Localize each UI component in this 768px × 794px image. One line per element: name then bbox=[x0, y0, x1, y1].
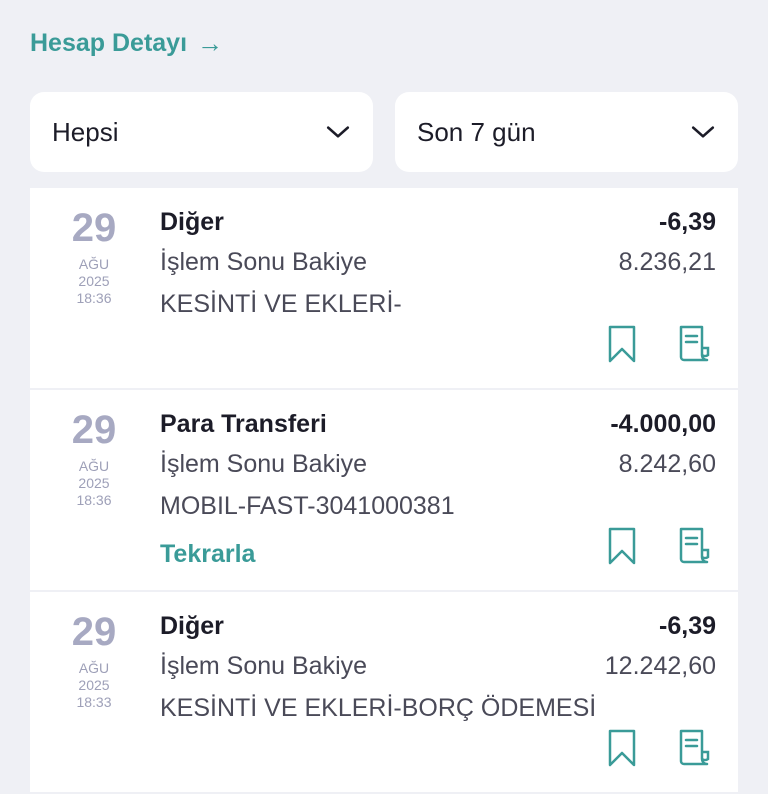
date-time: 18:33 bbox=[76, 694, 112, 710]
date-year: 2025 bbox=[78, 677, 110, 693]
balance-value: 8.236,21 bbox=[618, 248, 716, 276]
receipt-icon[interactable] bbox=[676, 728, 712, 768]
transaction-body: Diğer -6,39 İşlem Sonu Bakiye 12.242,60 … bbox=[160, 610, 716, 724]
arrow-right-icon: → bbox=[197, 28, 224, 58]
date-time: 18:36 bbox=[76, 492, 112, 508]
date-month: AĞU bbox=[78, 256, 110, 272]
repeat-transaction-link[interactable]: Tekrarla bbox=[160, 540, 255, 569]
transaction-list: 29 AĞU 2025 18:36 Diğer -6,39 İşlem Sonu… bbox=[30, 188, 738, 794]
chevron-down-icon bbox=[326, 126, 350, 138]
balance-value: 12.242,60 bbox=[604, 652, 716, 680]
receipt-icon[interactable] bbox=[676, 526, 712, 566]
transaction-date: 29 AĞU 2025 18:33 bbox=[30, 610, 158, 711]
transaction-title: Para Transferi bbox=[160, 410, 327, 438]
period-filter-select[interactable]: Son 7 gün bbox=[395, 92, 738, 172]
bookmark-icon[interactable] bbox=[604, 526, 640, 566]
account-detail-link[interactable]: Hesap Detayı → bbox=[30, 28, 223, 59]
bookmark-icon[interactable] bbox=[604, 728, 640, 768]
transaction-title: Diğer bbox=[160, 612, 224, 640]
filter-bar: Hepsi Son 7 gün bbox=[30, 92, 738, 172]
date-day: 29 bbox=[71, 206, 117, 250]
transaction-description: KESİNTİ VE EKLERİ-BORÇ ÖDEMESİ bbox=[160, 694, 597, 722]
transaction-amount: -6,39 bbox=[659, 207, 716, 236]
type-filter-select[interactable]: Hepsi bbox=[30, 92, 373, 172]
date-year: 2025 bbox=[78, 273, 110, 289]
transaction-amount: -6,39 bbox=[659, 611, 716, 640]
balance-label: İşlem Sonu Bakiye bbox=[160, 248, 368, 276]
transaction-title: Diğer bbox=[160, 208, 224, 236]
transaction-description: KESİNTİ VE EKLERİ- bbox=[160, 290, 402, 318]
transaction-body: Para Transferi -4.000,00 İşlem Sonu Baki… bbox=[160, 408, 716, 522]
account-detail-title: Hesap Detayı bbox=[30, 29, 188, 57]
transaction-actions bbox=[604, 526, 712, 566]
transaction-item[interactable]: 29 AĞU 2025 18:33 Diğer -6,39 İşlem Sonu… bbox=[30, 592, 738, 794]
date-day: 29 bbox=[71, 408, 117, 452]
transaction-amount: -4.000,00 bbox=[610, 409, 716, 438]
date-day: 29 bbox=[71, 610, 117, 654]
receipt-icon[interactable] bbox=[676, 324, 712, 364]
period-filter-value: Son 7 gün bbox=[417, 116, 536, 147]
transaction-description: MOBIL-FAST-3041000381 bbox=[160, 492, 455, 520]
date-month: AĞU bbox=[78, 660, 110, 676]
transaction-item[interactable]: 29 AĞU 2025 18:36 Diğer -6,39 İşlem Sonu… bbox=[30, 188, 738, 390]
transaction-item[interactable]: 29 AĞU 2025 18:36 Para Transferi -4.000,… bbox=[30, 390, 738, 592]
type-filter-value: Hepsi bbox=[52, 116, 119, 147]
transaction-actions bbox=[604, 324, 712, 364]
bookmark-icon[interactable] bbox=[604, 324, 640, 364]
date-month: AĞU bbox=[78, 458, 110, 474]
transaction-body: Diğer -6,39 İşlem Sonu Bakiye 8.236,21 K… bbox=[160, 206, 716, 320]
transaction-date: 29 AĞU 2025 18:36 bbox=[30, 408, 158, 509]
balance-value: 8.242,60 bbox=[618, 450, 716, 478]
date-time: 18:36 bbox=[76, 290, 112, 306]
balance-label: İşlem Sonu Bakiye bbox=[160, 652, 368, 680]
transaction-actions bbox=[604, 728, 712, 768]
balance-label: İşlem Sonu Bakiye bbox=[160, 450, 368, 478]
chevron-down-icon bbox=[691, 126, 715, 138]
transaction-date: 29 AĞU 2025 18:36 bbox=[30, 206, 158, 307]
date-year: 2025 bbox=[78, 475, 110, 491]
